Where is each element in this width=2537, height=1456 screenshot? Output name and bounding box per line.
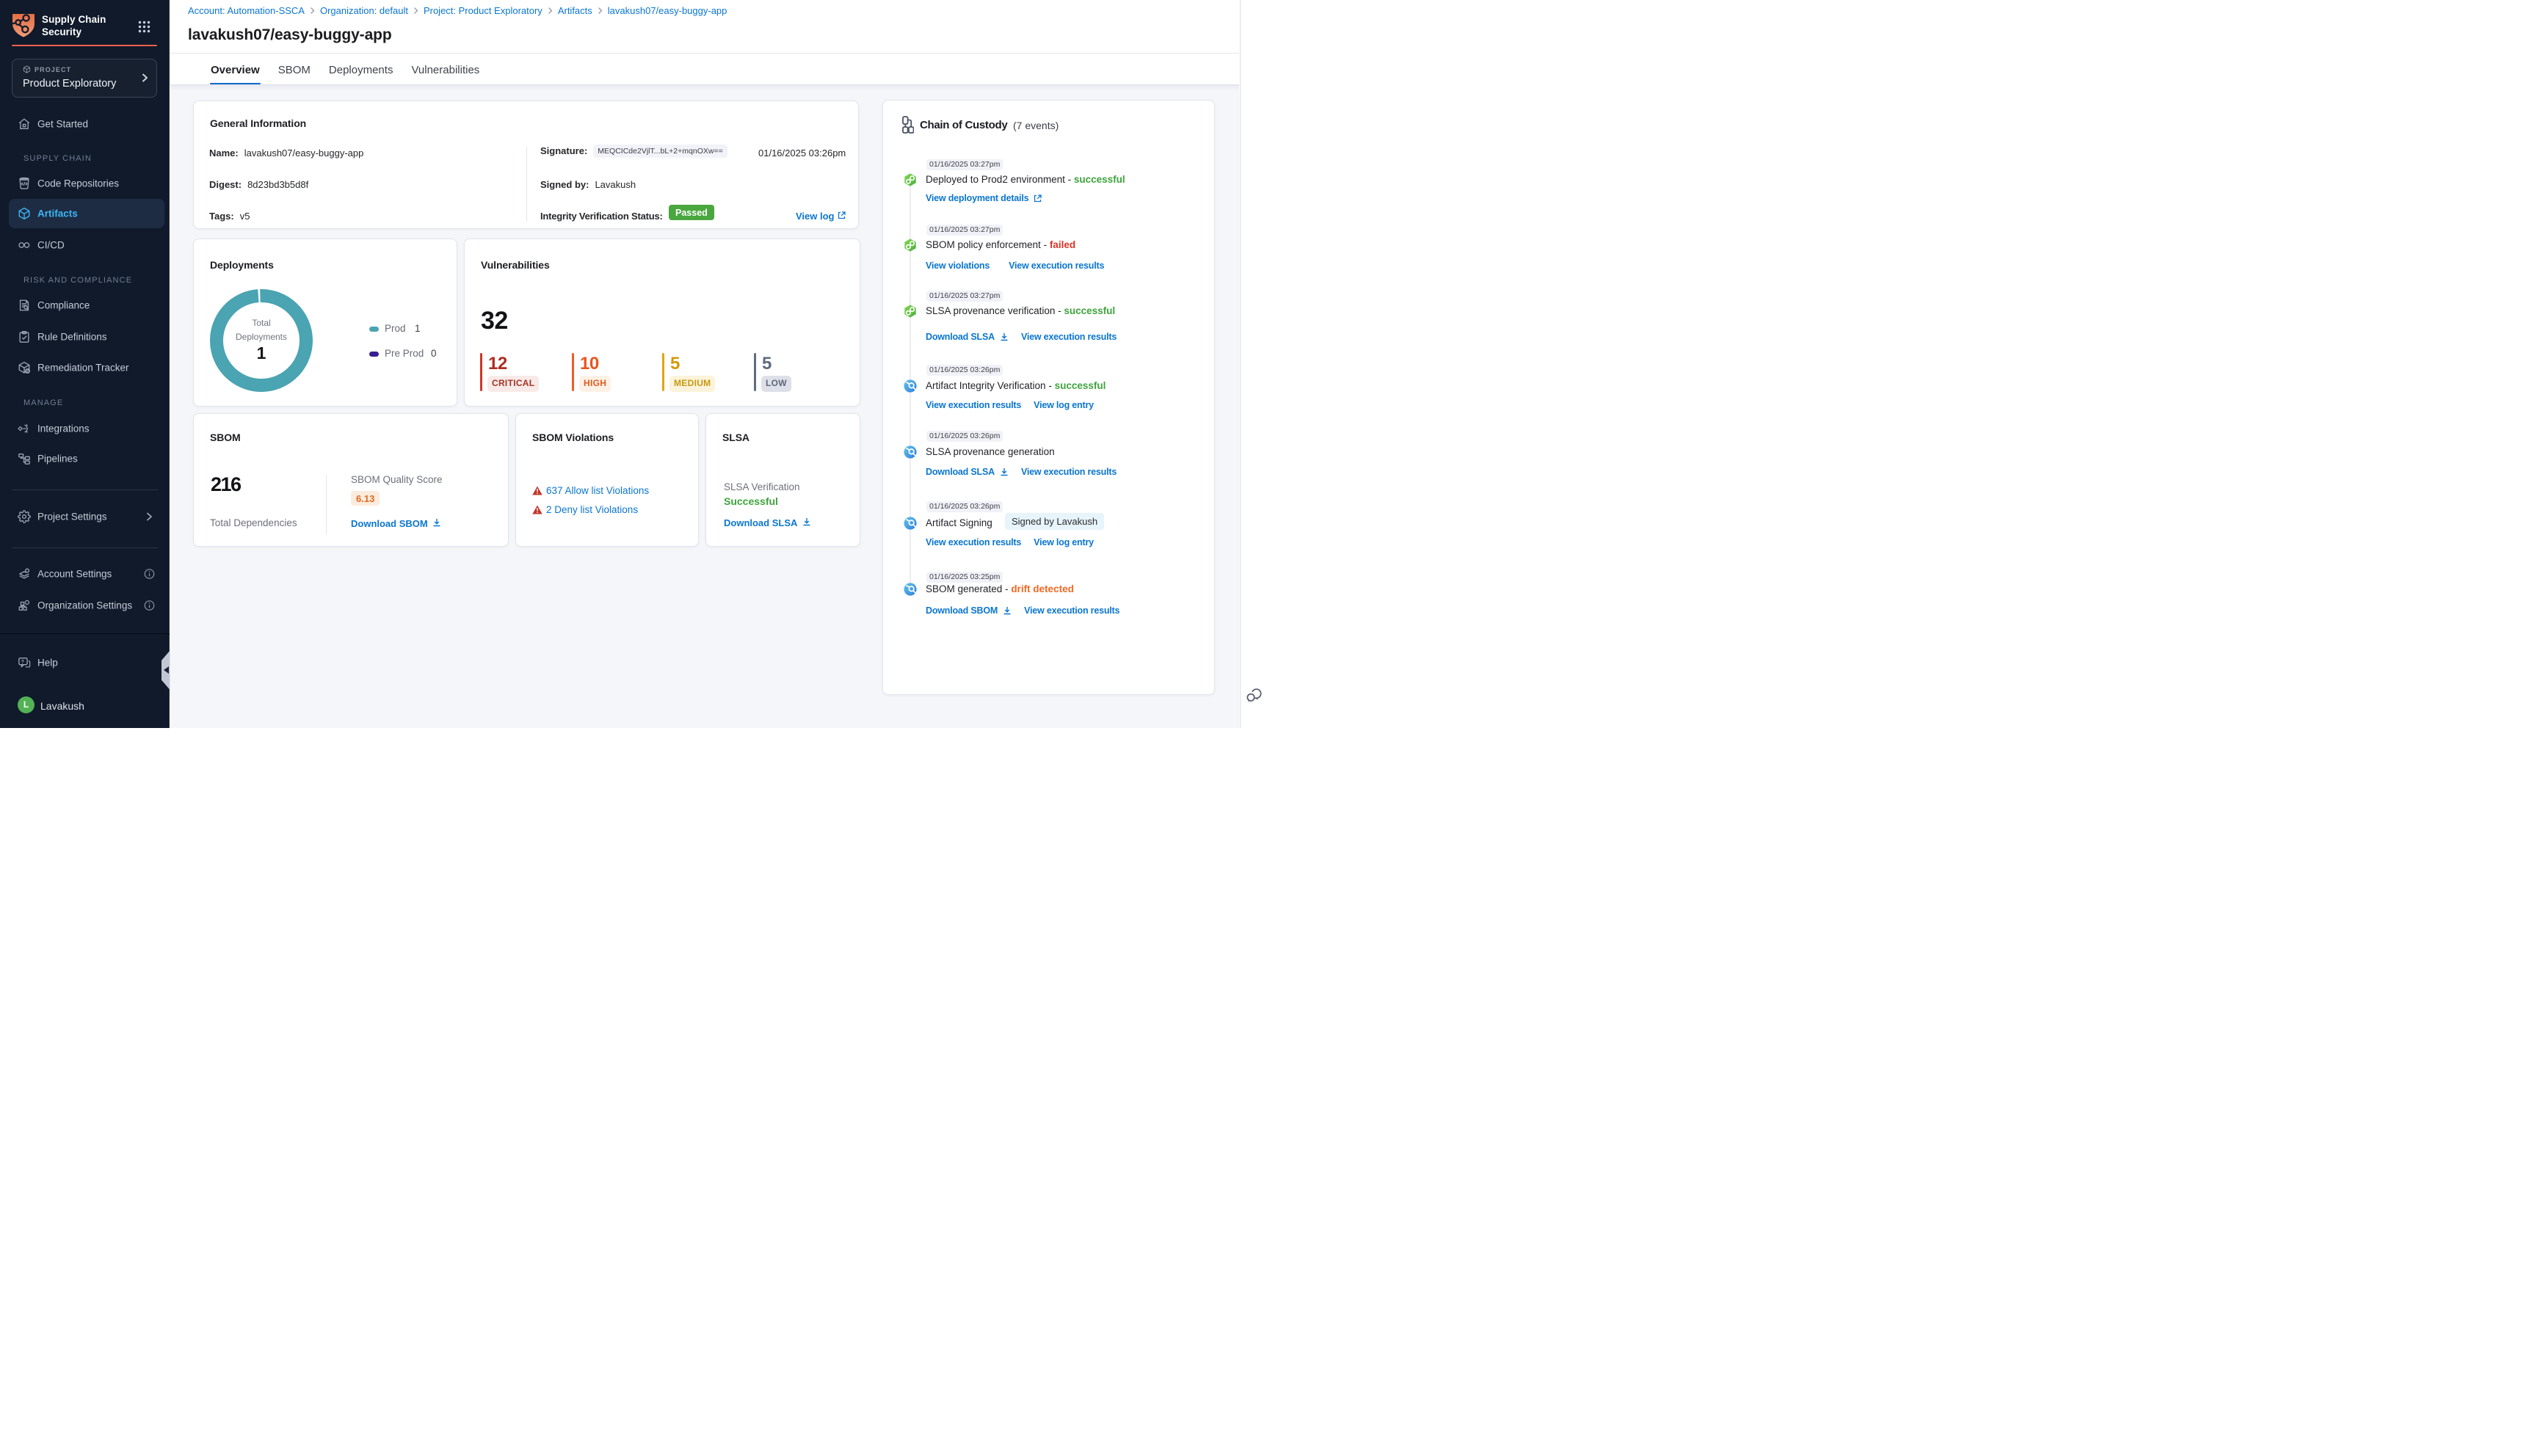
svg-text:?: ? <box>21 658 24 665</box>
